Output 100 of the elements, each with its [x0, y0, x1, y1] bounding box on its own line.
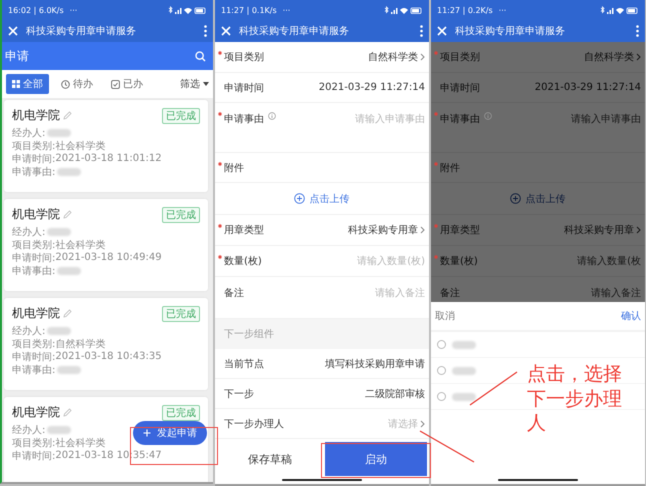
field-label: 申请事由: [440, 112, 480, 126]
select-value[interactable]: 科技采购专用章: [348, 223, 418, 237]
filter-dropdown[interactable]: 筛选: [180, 77, 209, 91]
status-icons-drawing: [167, 6, 207, 14]
text-area-field[interactable]: 请输入申请事由: [571, 112, 641, 126]
field-label: 用章类型: [440, 224, 480, 237]
card-value: 自然科学类: [55, 338, 106, 350]
select-value[interactable]: 自然科学类: [584, 50, 634, 64]
card-value: 社会科学类: [55, 140, 106, 152]
radio-button[interactable]: [437, 340, 446, 349]
window-title: 科技采购专用章申请服务: [239, 24, 349, 38]
field-label: 申请时间: [224, 82, 264, 94]
clock-icon: [61, 80, 70, 88]
application-card[interactable]: 机电学院 已完成 经办人: 项目类别:自然科学类 申请时间:2021-03-18 10:43:35 申请事由:: [4, 298, 208, 390]
pencil-icon: [63, 309, 72, 318]
more-menu-icon[interactable]: [636, 25, 639, 37]
field-label: 备注: [440, 286, 460, 300]
card-label: 项目类别:: [12, 436, 56, 450]
pencil-icon: [63, 408, 72, 417]
upload-button[interactable]: 点击上传: [288, 190, 356, 206]
field-label: 用章类型: [224, 224, 264, 237]
cancel-button[interactable]: 取消: [435, 309, 455, 323]
more-menu-icon[interactable]: [420, 25, 423, 37]
pencil-icon: [63, 210, 72, 219]
select-value[interactable]: 自然科学类: [368, 50, 418, 64]
radio-button[interactable]: [437, 366, 446, 375]
chevron-icon: [636, 53, 641, 61]
card-value: 社会科学类: [55, 238, 106, 252]
card-title: 机电学院: [12, 404, 60, 421]
grid-icon: [12, 80, 20, 88]
caret-icon: [203, 82, 209, 86]
field-label: 数量(枚): [224, 254, 262, 268]
close-icon[interactable]: [8, 26, 18, 36]
chevron-icon: [636, 226, 641, 234]
filter-tab[interactable]: 全部: [6, 74, 49, 94]
card-label: 申请时间:: [12, 152, 56, 166]
text-area-field[interactable]: 请输入备注: [591, 286, 641, 300]
info-icon[interactable]: [268, 112, 276, 120]
plus-icon: [143, 429, 151, 437]
more-menu-icon[interactable]: [204, 25, 207, 37]
card-label: 经办人:: [12, 126, 46, 140]
field-label: 申请时间: [440, 82, 480, 94]
input-field[interactable]: 请输入数量(枚: [577, 254, 641, 268]
card-label: 经办人:: [12, 324, 46, 338]
status-badge: 已完成: [162, 404, 200, 420]
chevron-icon: [420, 226, 425, 234]
redacted-blur: [452, 392, 476, 400]
card-title: 机电学院: [12, 206, 60, 223]
card-label: 申请时间:: [12, 252, 56, 264]
card-label: 项目类别:: [12, 238, 56, 252]
confirm-button[interactable]: 确认: [621, 309, 641, 323]
card-label: 申请时间:: [12, 450, 56, 462]
card-label: 经办人:: [12, 424, 46, 436]
card-title: 机电学院: [12, 107, 60, 124]
section-header: 下一步组件: [215, 319, 429, 349]
new-application-button[interactable]: 发起申请: [133, 421, 207, 445]
upload-button[interactable]: 点击上传: [504, 190, 572, 206]
select-value[interactable]: 科技采购专用章: [564, 223, 634, 237]
card-value: 社会科学类: [55, 436, 106, 450]
start-button[interactable]: 启动: [324, 442, 427, 476]
redacted-blur: [452, 340, 476, 348]
card-label: 申请事由:: [12, 166, 56, 178]
window-title: 科技采购专用章申请服务: [26, 24, 136, 38]
card-label: 经办人:: [12, 226, 46, 238]
field-label: 数量(枚): [440, 254, 478, 268]
search-query: 申请: [5, 48, 29, 64]
close-icon[interactable]: [221, 26, 231, 36]
status-badge: 已完成: [162, 206, 200, 222]
annotation-text: 点击，选择下一步办理人: [527, 362, 623, 436]
application-card[interactable]: 机电学院 已完成 经办人: 项目类别:社会科学类 申请时间:2021-03-18 11:01:12 申请事由:: [4, 100, 208, 192]
radio-button[interactable]: [437, 392, 446, 401]
field-label: 申请事由: [224, 112, 264, 126]
status-icons-drawing: [383, 6, 423, 14]
field-value: 填写科技采购用章申请: [325, 358, 425, 370]
search-bar[interactable]: 申请: [2, 42, 213, 70]
pencil-icon: [63, 111, 72, 120]
close-icon[interactable]: [437, 26, 447, 36]
plus-circle-icon: [294, 193, 304, 204]
search-icon[interactable]: [195, 50, 206, 62]
field-label: 附件: [224, 162, 244, 174]
chevron-icon: [420, 53, 425, 61]
status-badge: 已完成: [162, 306, 200, 322]
plus-circle-icon: [510, 193, 520, 204]
field-label: 备注: [224, 286, 244, 300]
card-label: 申请时间:: [12, 350, 56, 364]
annotation-line: [470, 372, 518, 406]
status-more: ···: [498, 6, 506, 14]
field-value: 二级院部审核: [365, 388, 425, 400]
field-label: 项目类别: [224, 50, 264, 64]
card-value: 2021-03-18 10:43:35: [55, 351, 162, 362]
status-time: 11:27 | 0.2K/s: [437, 6, 493, 14]
status-more: ···: [282, 6, 290, 14]
status-badge: 已完成: [162, 108, 200, 124]
status-time: 16:02 | 6.0K/s: [8, 6, 64, 14]
card-label: 申请事由:: [12, 264, 56, 278]
card-label: 申请事由:: [12, 364, 56, 376]
application-card[interactable]: 机电学院 已完成 经办人: 项目类别:社会科学类 申请时间:2021-03-18 10:49:49 申请事由:: [4, 199, 208, 291]
card-value: 2021-03-18 11:01:12: [55, 153, 162, 164]
field-label: 项目类别: [440, 50, 480, 64]
status-time: 11:27 | 0.1K/s: [221, 6, 277, 14]
